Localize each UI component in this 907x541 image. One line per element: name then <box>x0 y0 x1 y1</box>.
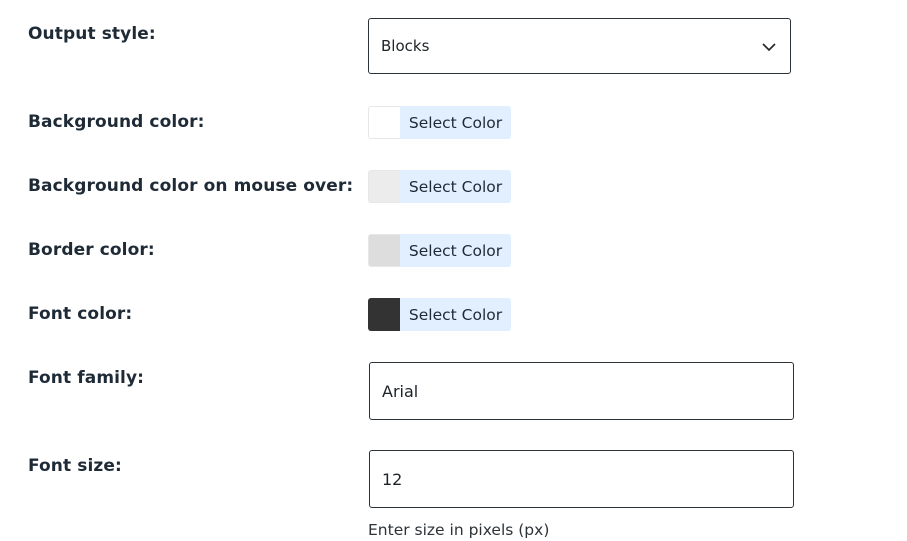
border-color-label: Border color: <box>28 240 155 260</box>
font-color-picker[interactable]: Select Color <box>368 298 511 331</box>
border-color-picker[interactable]: Select Color <box>368 234 511 267</box>
font-family-label: Font family: <box>28 368 145 388</box>
font-size-hint: Enter size in pixels (px) <box>368 521 550 539</box>
font-family-input[interactable]: Arial <box>369 362 794 420</box>
font-color-label: Font color: <box>28 304 133 324</box>
output-style-select[interactable]: Blocks <box>368 18 791 74</box>
font-family-value: Arial <box>382 382 419 401</box>
background-hover-color-select-button[interactable]: Select Color <box>400 170 511 203</box>
output-style-label: Output style: <box>28 24 156 44</box>
background-color-swatch[interactable] <box>368 106 400 139</box>
font-color-swatch[interactable] <box>368 298 400 331</box>
font-size-input[interactable]: 12 <box>369 450 794 508</box>
background-color-picker[interactable]: Select Color <box>368 106 511 139</box>
settings-form: Output style: Blocks Background color: S… <box>0 0 907 541</box>
border-color-swatch[interactable] <box>368 234 400 267</box>
background-hover-color-picker[interactable]: Select Color <box>368 170 511 203</box>
border-color-select-button[interactable]: Select Color <box>400 234 511 267</box>
background-color-label: Background color: <box>28 112 205 132</box>
output-style-value: Blocks <box>381 37 430 55</box>
background-hover-color-swatch[interactable] <box>368 170 400 203</box>
chevron-down-icon <box>762 43 776 52</box>
font-size-label: Font size: <box>28 456 122 476</box>
font-color-select-button[interactable]: Select Color <box>400 298 511 331</box>
background-hover-color-label: Background color on mouse over: <box>28 176 354 196</box>
font-size-value: 12 <box>382 470 403 489</box>
background-color-select-button[interactable]: Select Color <box>400 106 511 139</box>
